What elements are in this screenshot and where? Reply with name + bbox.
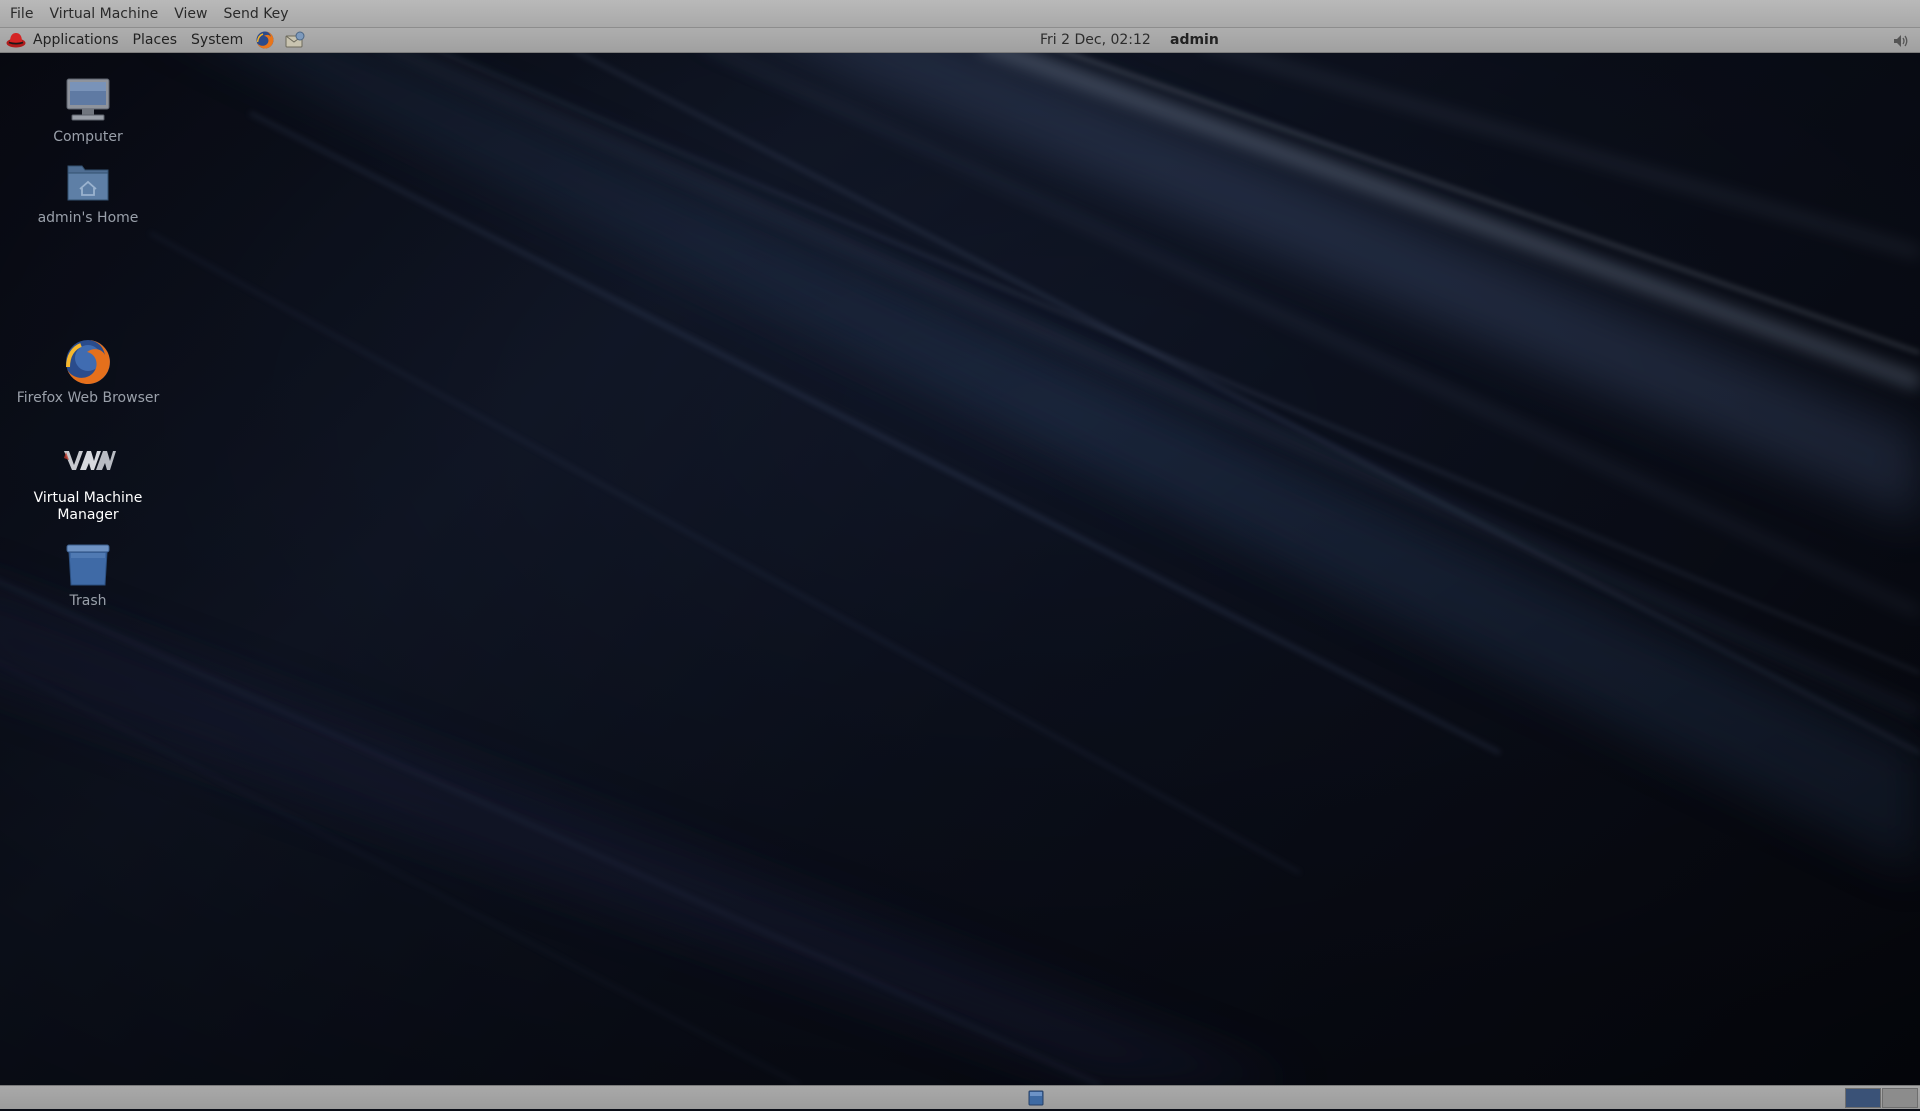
workspace-1[interactable]: [1845, 1088, 1881, 1108]
desktop-icon-home[interactable]: admin's Home: [13, 154, 163, 227]
menu-view[interactable]: View: [166, 0, 215, 28]
menu-system[interactable]: System: [184, 28, 250, 53]
redhat-icon[interactable]: [0, 28, 26, 53]
desktop[interactable]: Computer admin's Home Firefox Web Browse…: [0, 53, 1920, 1085]
menu-virtual-machine[interactable]: Virtual Machine: [41, 0, 166, 28]
desktop-icon-firefox[interactable]: Firefox Web Browser: [13, 334, 163, 407]
computer-icon: [60, 73, 116, 129]
panel-clock[interactable]: Fri 2 Dec, 02:12: [1040, 28, 1151, 53]
desktop-icon-label: Trash: [69, 593, 107, 609]
firefox-launcher-icon[interactable]: [250, 28, 280, 53]
show-desktop-icon[interactable]: [1026, 1089, 1046, 1107]
home-folder-icon: [60, 154, 116, 210]
desktop-icon-label: admin's Home: [37, 210, 139, 226]
desktop-icon-computer[interactable]: Computer: [13, 73, 163, 146]
desktop-icon-trash[interactable]: Trash: [13, 537, 163, 610]
trash-icon: [60, 537, 116, 593]
menu-applications[interactable]: Applications: [26, 28, 126, 53]
desktop-icon-label: Computer: [53, 129, 123, 145]
firefox-icon: [60, 334, 116, 390]
mail-launcher-icon[interactable]: [280, 28, 310, 53]
menu-send-key[interactable]: Send Key: [215, 0, 296, 28]
desktop-icon-label: Virtual Machine Manager: [33, 490, 143, 523]
volume-icon[interactable]: [1892, 32, 1910, 50]
top-panel: Applications Places System Fri 2 Dec, 02…: [0, 28, 1920, 53]
desktop-icon-virt-manager[interactable]: Virtual Machine Manager: [13, 434, 163, 524]
menu-places[interactable]: Places: [126, 28, 185, 53]
viewer-menubar: File Virtual Machine View Send Key: [0, 0, 1920, 28]
bottom-panel: [0, 1085, 1920, 1109]
wallpaper: [0, 53, 1920, 1085]
virt-manager-icon: [60, 434, 116, 490]
menu-file[interactable]: File: [2, 0, 41, 28]
panel-user-name[interactable]: admin: [1170, 28, 1219, 53]
workspace-2[interactable]: [1882, 1088, 1918, 1108]
desktop-icon-label: Firefox Web Browser: [16, 390, 160, 406]
